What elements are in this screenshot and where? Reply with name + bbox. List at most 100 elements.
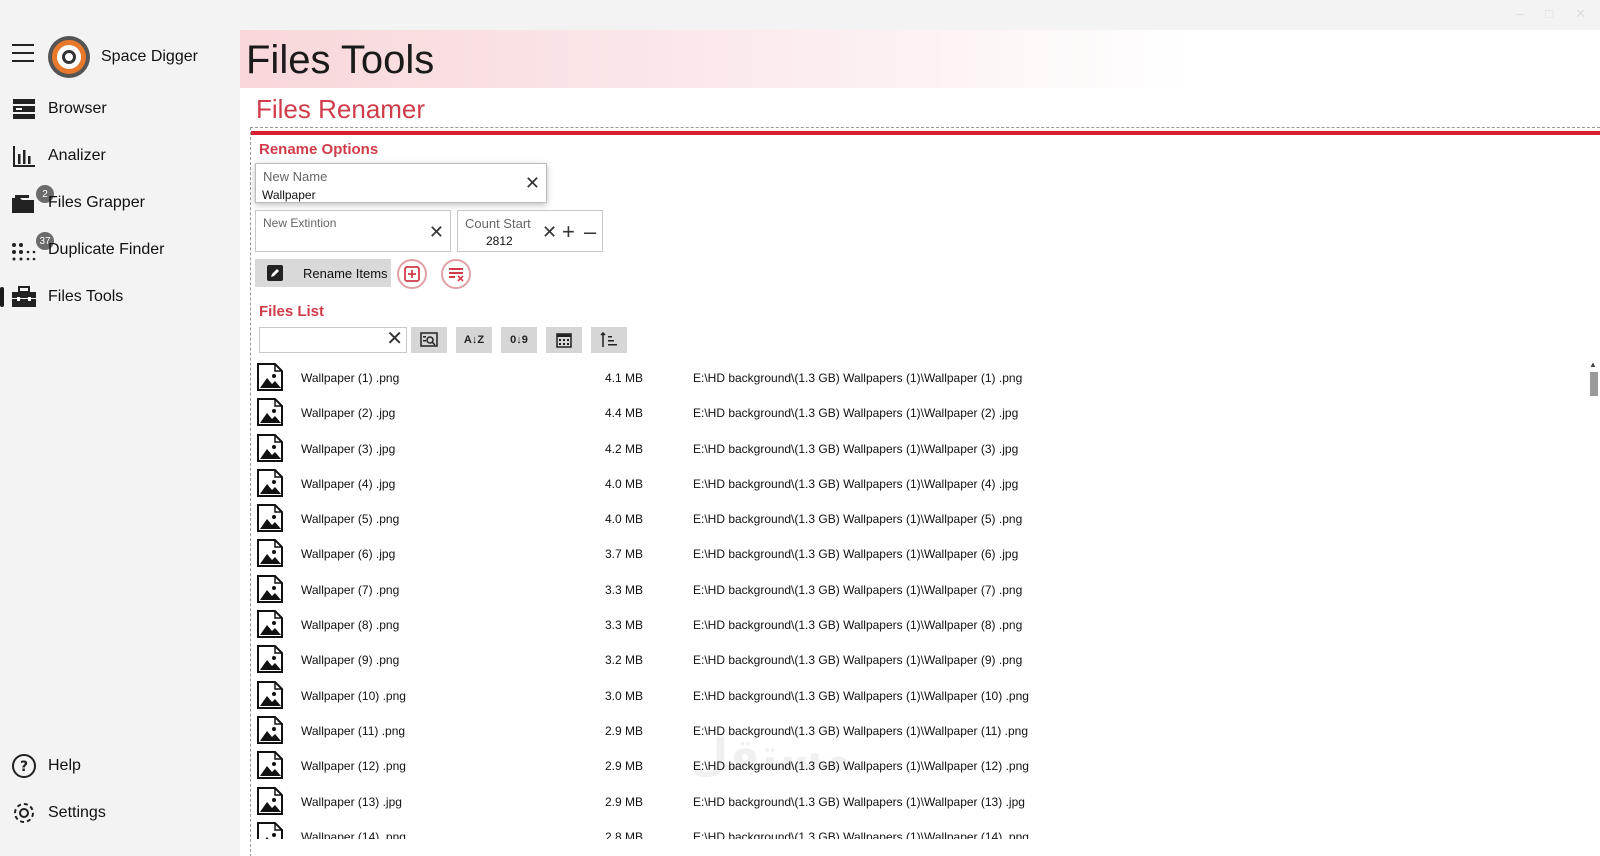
files-list: Wallpaper (1) .png 4.1 MB E:\HD background… (255, 359, 1565, 839)
file-name: Wallpaper (1) .png (301, 371, 400, 385)
scroll-up-icon[interactable]: ▲ (1589, 360, 1597, 369)
sidebar-item-browser[interactable]: Browser (0, 89, 240, 129)
edit-icon (267, 265, 283, 281)
clear-list-icon (449, 268, 464, 282)
sort-date-button[interactable] (546, 327, 582, 353)
file-row[interactable]: Wallpaper (12) .png 2.9 MB E:\HD backgroun… (255, 747, 1565, 782)
file-row[interactable]: Wallpaper (8) .png 3.3 MB E:\HD background… (255, 606, 1565, 641)
file-row[interactable]: Wallpaper (3) .jpg 4.2 MB E:\HD background… (255, 430, 1565, 465)
image-file-icon (257, 468, 283, 497)
scroll-thumb[interactable] (1590, 372, 1598, 396)
file-path: E:\HD background\(1.3 GB) Wallpapers (1)… (693, 618, 1023, 633)
folder-icon: 2 (10, 185, 54, 217)
accent-bar (251, 131, 1600, 135)
file-row[interactable]: Wallpaper (7) .png 3.3 MB E:\HD background… (255, 571, 1565, 606)
sidebar-item-files-tools[interactable]: Files Tools (0, 277, 240, 317)
file-row[interactable]: Wallpaper (2) .jpg 4.4 MB E:\HD background… (255, 394, 1565, 429)
file-name: Wallpaper (9) .png (301, 653, 400, 668)
new-name-value[interactable]: Wallpaper (262, 188, 316, 202)
file-row[interactable]: Wallpaper (4) .jpg 4.0 MB E:\HD background… (255, 465, 1565, 500)
image-file-icon (257, 715, 283, 744)
new-extension-label: New Extintion (263, 216, 337, 230)
page-header: Files Tools (240, 30, 1600, 88)
file-row[interactable]: Wallpaper (14) .png 2.8 MB E:\HD backgroun… (255, 818, 1565, 839)
toolbox-icon (10, 283, 38, 311)
file-path: E:\HD background\(1.3 GB) Wallpapers (1)… (693, 582, 1023, 597)
file-path: E:\HD background\(1.3 GB) Wallpapers (1)… (693, 441, 1019, 456)
rename-items-button[interactable]: Rename Items (255, 259, 391, 287)
minimize-icon[interactable]: – (1516, 6, 1523, 22)
clear-icon[interactable]: ✕ (525, 174, 540, 192)
file-name: Wallpaper (13) .jpg (301, 794, 402, 809)
file-size: 3.3 MB (605, 618, 644, 633)
file-size: 3.2 MB (605, 653, 644, 668)
image-file-icon (257, 680, 283, 709)
file-name: Wallpaper (8) .png (301, 618, 400, 633)
file-name: Wallpaper (2) .jpg (301, 406, 396, 421)
image-file-icon (257, 574, 283, 603)
sidebar-item-duplicate-finder[interactable]: 37 Duplicate Finder (0, 230, 240, 270)
renamer-panel: Rename Options New Name Wallpaper ✕ New … (250, 127, 1600, 856)
sidebar-item-analizer[interactable]: Analizer (0, 136, 240, 176)
count-start-field[interactable]: Count Start 2812 ✕ + – (457, 210, 603, 252)
clear-search-icon[interactable]: ✕ (386, 329, 403, 349)
decrement-icon[interactable]: – (584, 221, 596, 243)
clear-icon[interactable]: ✕ (429, 223, 444, 241)
sidebar-item-label: Files Grapper (48, 194, 145, 211)
rename-items-label: Rename Items (303, 265, 388, 281)
svg-text:?: ? (20, 759, 28, 775)
file-row[interactable]: Wallpaper (11) .png 2.9 MB E:\HD backgroun… (255, 712, 1565, 747)
file-row[interactable]: Wallpaper (9) .png 3.2 MB E:\HD background… (255, 641, 1565, 676)
file-path: E:\HD background\(1.3 GB) Wallpapers (1)… (693, 512, 1023, 527)
add-box-icon (404, 266, 420, 282)
clear-icon[interactable]: ✕ (542, 223, 557, 241)
file-name: Wallpaper (12) .png (301, 759, 406, 774)
file-size: 2.9 MB (605, 759, 644, 774)
new-name-field[interactable]: New Name Wallpaper ✕ (255, 163, 547, 203)
scrollbar[interactable]: ▲ (1588, 360, 1598, 840)
watermark: مستقل (690, 731, 851, 780)
sort-alpha-button[interactable]: A↓Z (456, 327, 492, 353)
file-name: Wallpaper (11) .png (301, 723, 406, 738)
new-extension-field[interactable]: New Extintion ✕ (255, 210, 451, 252)
add-files-button[interactable] (397, 259, 427, 289)
sort-numeric-button[interactable]: 0↓9 (501, 327, 537, 353)
sort-ascending-icon (600, 332, 617, 347)
search-input[interactable]: ✕ (259, 327, 407, 353)
dots-grid-icon: 37 (10, 232, 54, 264)
file-name: Wallpaper (6) .jpg (301, 547, 396, 562)
file-size: 4.4 MB (605, 406, 644, 421)
chart-icon (10, 142, 38, 170)
file-path: E:\HD background\(1.3 GB) Wallpapers (1)… (693, 476, 1019, 491)
file-row[interactable]: Wallpaper (13) .jpg 2.9 MB E:\HD backgroun… (255, 783, 1565, 818)
filter-search-button[interactable] (411, 327, 447, 353)
browser-icon (10, 95, 38, 123)
file-name: Wallpaper (14) .png (301, 829, 406, 839)
file-row[interactable]: Wallpaper (1) .png 4.1 MB E:\HD background… (255, 359, 1565, 394)
sidebar-item-files-grapper[interactable]: 2 Files Grapper (0, 183, 240, 223)
sidebar-item-settings[interactable]: Settings (0, 793, 240, 833)
sidebar-item-help[interactable]: ? Help (0, 746, 240, 786)
image-file-icon (257, 610, 283, 639)
sidebar-item-label: Browser (48, 100, 107, 117)
app-name: Space Digger (101, 48, 198, 65)
file-row[interactable]: Wallpaper (10) .png 3.0 MB E:\HD backgroun… (255, 677, 1565, 712)
close-window-icon[interactable]: ✕ (1575, 6, 1586, 22)
sort-size-button[interactable] (591, 327, 627, 353)
file-path: E:\HD background\(1.3 GB) Wallpapers (1)… (693, 829, 1029, 839)
maximize-icon[interactable]: □ (1545, 6, 1553, 22)
increment-icon[interactable]: + (562, 221, 575, 243)
file-row[interactable]: Wallpaper (5) .png 4.0 MB E:\HD background… (255, 500, 1565, 535)
count-start-value[interactable]: 2812 (486, 234, 513, 248)
sidebar-item-label: Help (48, 757, 81, 774)
clear-list-button[interactable] (441, 259, 471, 289)
image-file-icon (257, 539, 283, 568)
calendar-icon (556, 333, 572, 348)
file-row[interactable]: Wallpaper (6) .jpg 3.7 MB E:\HD background… (255, 535, 1565, 570)
sidebar-item-label: Duplicate Finder (48, 241, 165, 258)
file-path: E:\HD background\(1.3 GB) Wallpapers (1)… (693, 547, 1019, 562)
hamburger-menu-icon[interactable] (12, 44, 34, 62)
image-file-icon (257, 645, 283, 674)
page-title: Files Tools (246, 38, 435, 82)
file-size: 4.0 MB (605, 476, 644, 491)
